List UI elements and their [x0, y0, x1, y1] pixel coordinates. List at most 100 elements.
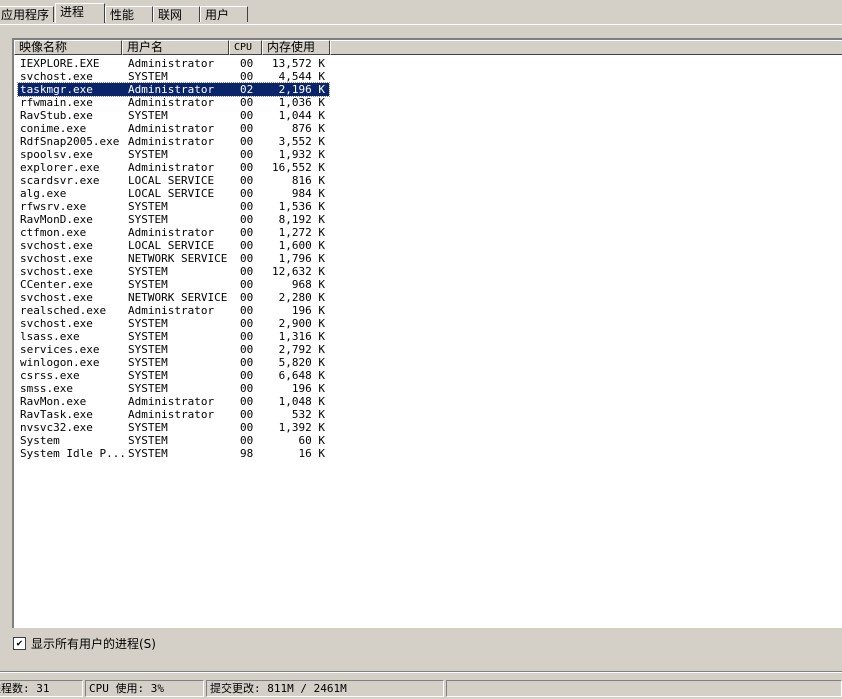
- tab-networking[interactable]: 联网: [153, 6, 200, 22]
- process-row[interactable]: svchost.exe NETWORK SERVICE 00 2,280 K: [18, 291, 329, 304]
- process-row[interactable]: RavTask.exe Administrator 00 532 K: [18, 408, 329, 421]
- cell-user-name: Administrator: [128, 57, 215, 70]
- cell-user-name: SYSTEM: [128, 447, 168, 460]
- process-row[interactable]: alg.exe LOCAL SERVICE 00 984 K: [18, 187, 329, 200]
- process-row[interactable]: explorer.exe Administrator 00 16,552 K: [18, 161, 329, 174]
- tab-applications[interactable]: 应用程序: [0, 6, 54, 22]
- cell-cpu: 02: [240, 83, 254, 96]
- cell-cpu: 00: [240, 252, 254, 265]
- cell-cpu: 98: [240, 447, 254, 460]
- cell-image-name: taskmgr.exe: [20, 83, 93, 96]
- process-row[interactable]: ctfmon.exe Administrator 00 1,272 K: [18, 226, 329, 239]
- cell-memory: 816 K: [291, 174, 325, 187]
- process-row[interactable]: taskmgr.exe Administrator 02 2,196 K: [17, 82, 330, 97]
- cell-user-name: Administrator: [128, 304, 215, 317]
- cell-memory: 1,536 K: [278, 200, 325, 213]
- cell-cpu: 00: [240, 343, 254, 356]
- process-row[interactable]: System Idle P... SYSTEM 98 16 K: [18, 447, 329, 460]
- cell-memory: 2,280 K: [278, 291, 325, 304]
- cell-image-name: conime.exe: [20, 122, 87, 135]
- cell-image-name: System Idle P...: [20, 447, 126, 460]
- cell-user-name: SYSTEM: [128, 265, 168, 278]
- cell-user-name: LOCAL SERVICE: [128, 174, 215, 187]
- cell-cpu: 00: [240, 161, 254, 174]
- cell-image-name: lsass.exe: [20, 330, 80, 343]
- cell-user-name: Administrator: [128, 408, 215, 421]
- cell-image-name: svchost.exe: [20, 291, 93, 304]
- cell-image-name: smss.exe: [20, 382, 73, 395]
- cell-memory: 1,048 K: [278, 395, 325, 408]
- process-row[interactable]: scardsvr.exe LOCAL SERVICE 00 816 K: [18, 174, 329, 187]
- tab-users[interactable]: 用户: [200, 6, 248, 22]
- show-all-users-label[interactable]: 显示所有用户的进程(S): [31, 635, 156, 652]
- column-header-filler: [330, 40, 842, 55]
- process-row[interactable]: csrss.exe SYSTEM 00 6,648 K: [18, 369, 329, 382]
- cell-image-name: RavTask.exe: [20, 408, 93, 421]
- cell-image-name: realsched.exe: [20, 304, 107, 317]
- cell-cpu: 00: [240, 369, 254, 382]
- column-image-name[interactable]: 映像名称: [14, 40, 122, 55]
- process-row[interactable]: CCenter.exe SYSTEM 00 968 K: [18, 278, 329, 291]
- process-row[interactable]: rfwsrv.exe SYSTEM 00 1,536 K: [18, 200, 329, 213]
- process-row[interactable]: RavMon.exe Administrator 00 1,048 K: [18, 395, 329, 408]
- process-row[interactable]: System SYSTEM 00 60 K: [18, 434, 329, 447]
- column-user-name[interactable]: 用户名: [122, 40, 229, 55]
- cell-cpu: 00: [240, 226, 254, 239]
- cell-cpu: 00: [240, 330, 254, 343]
- process-row[interactable]: realsched.exe Administrator 00 196 K: [18, 304, 329, 317]
- process-row[interactable]: conime.exe Administrator 00 876 K: [18, 122, 329, 135]
- process-row[interactable]: rfwmain.exe Administrator 00 1,036 K: [18, 96, 329, 109]
- cell-cpu: 00: [240, 421, 254, 434]
- cell-user-name: SYSTEM: [128, 148, 168, 161]
- process-row[interactable]: lsass.exe SYSTEM 00 1,316 K: [18, 330, 329, 343]
- cell-user-name: Administrator: [128, 161, 215, 174]
- column-cpu[interactable]: CPU: [229, 40, 262, 55]
- process-row[interactable]: svchost.exe NETWORK SERVICE 00 1,796 K: [18, 252, 329, 265]
- cell-memory: 1,932 K: [278, 148, 325, 161]
- cell-image-name: RavMonD.exe: [20, 213, 93, 226]
- tab-processes[interactable]: 进程: [55, 3, 105, 23]
- status-bar-divider: [0, 671, 842, 673]
- process-row[interactable]: smss.exe SYSTEM 00 196 K: [18, 382, 329, 395]
- tab-performance[interactable]: 性能: [105, 6, 153, 22]
- status-commit-charge: 提交更改: 811M / 2461M: [206, 680, 444, 697]
- cell-memory: 968 K: [291, 278, 325, 291]
- status-empty-pane: [446, 680, 842, 697]
- column-memory[interactable]: 内存使用: [262, 40, 330, 55]
- cell-cpu: 00: [240, 317, 254, 330]
- cell-user-name: SYSTEM: [128, 109, 168, 122]
- cell-user-name: Administrator: [128, 395, 215, 408]
- process-row[interactable]: RavMonD.exe SYSTEM 00 8,192 K: [18, 213, 329, 226]
- cell-cpu: 00: [240, 200, 254, 213]
- cell-user-name: SYSTEM: [128, 382, 168, 395]
- tab-bar: 应用程序 进程 性能 联网 用户: [0, 3, 842, 25]
- process-row[interactable]: winlogon.exe SYSTEM 00 5,820 K: [18, 356, 329, 369]
- process-list[interactable]: 映像名称 用户名 CPU 内存使用 IEXPLORE.EXE Administra…: [12, 38, 842, 628]
- cell-memory: 1,796 K: [278, 252, 325, 265]
- cell-cpu: 00: [240, 57, 254, 70]
- process-row[interactable]: svchost.exe SYSTEM 00 2,900 K: [18, 317, 329, 330]
- show-all-users-checkbox[interactable]: ✔: [13, 637, 26, 650]
- process-row[interactable]: spoolsv.exe SYSTEM 00 1,932 K: [18, 148, 329, 161]
- process-row[interactable]: svchost.exe SYSTEM 00 12,632 K: [18, 265, 329, 278]
- process-row[interactable]: svchost.exe LOCAL SERVICE 00 1,600 K: [18, 239, 329, 252]
- process-row[interactable]: RdfSnap2005.exe Administrator 00 3,552 K: [18, 135, 329, 148]
- cell-user-name: Administrator: [128, 96, 215, 109]
- tab-divider: [0, 24, 842, 25]
- cell-memory: 1,044 K: [278, 109, 325, 122]
- cell-image-name: svchost.exe: [20, 70, 93, 83]
- process-row[interactable]: nvsvc32.exe SYSTEM 00 1,392 K: [18, 421, 329, 434]
- cell-user-name: Administrator: [128, 83, 215, 96]
- cell-cpu: 00: [240, 70, 254, 83]
- cell-cpu: 00: [240, 96, 254, 109]
- process-row[interactable]: svchost.exe SYSTEM 00 4,544 K: [18, 70, 329, 83]
- cell-image-name: RavMon.exe: [20, 395, 87, 408]
- cell-cpu: 00: [240, 239, 254, 252]
- cell-memory: 16,552 K: [272, 161, 325, 174]
- cell-cpu: 00: [240, 148, 254, 161]
- process-row[interactable]: IEXPLORE.EXE Administrator 00 13,572 K: [18, 57, 329, 70]
- cell-image-name: svchost.exe: [20, 239, 93, 252]
- process-row[interactable]: RavStub.exe SYSTEM 00 1,044 K: [18, 109, 329, 122]
- process-row[interactable]: services.exe SYSTEM 00 2,792 K: [18, 343, 329, 356]
- cell-memory: 1,392 K: [278, 421, 325, 434]
